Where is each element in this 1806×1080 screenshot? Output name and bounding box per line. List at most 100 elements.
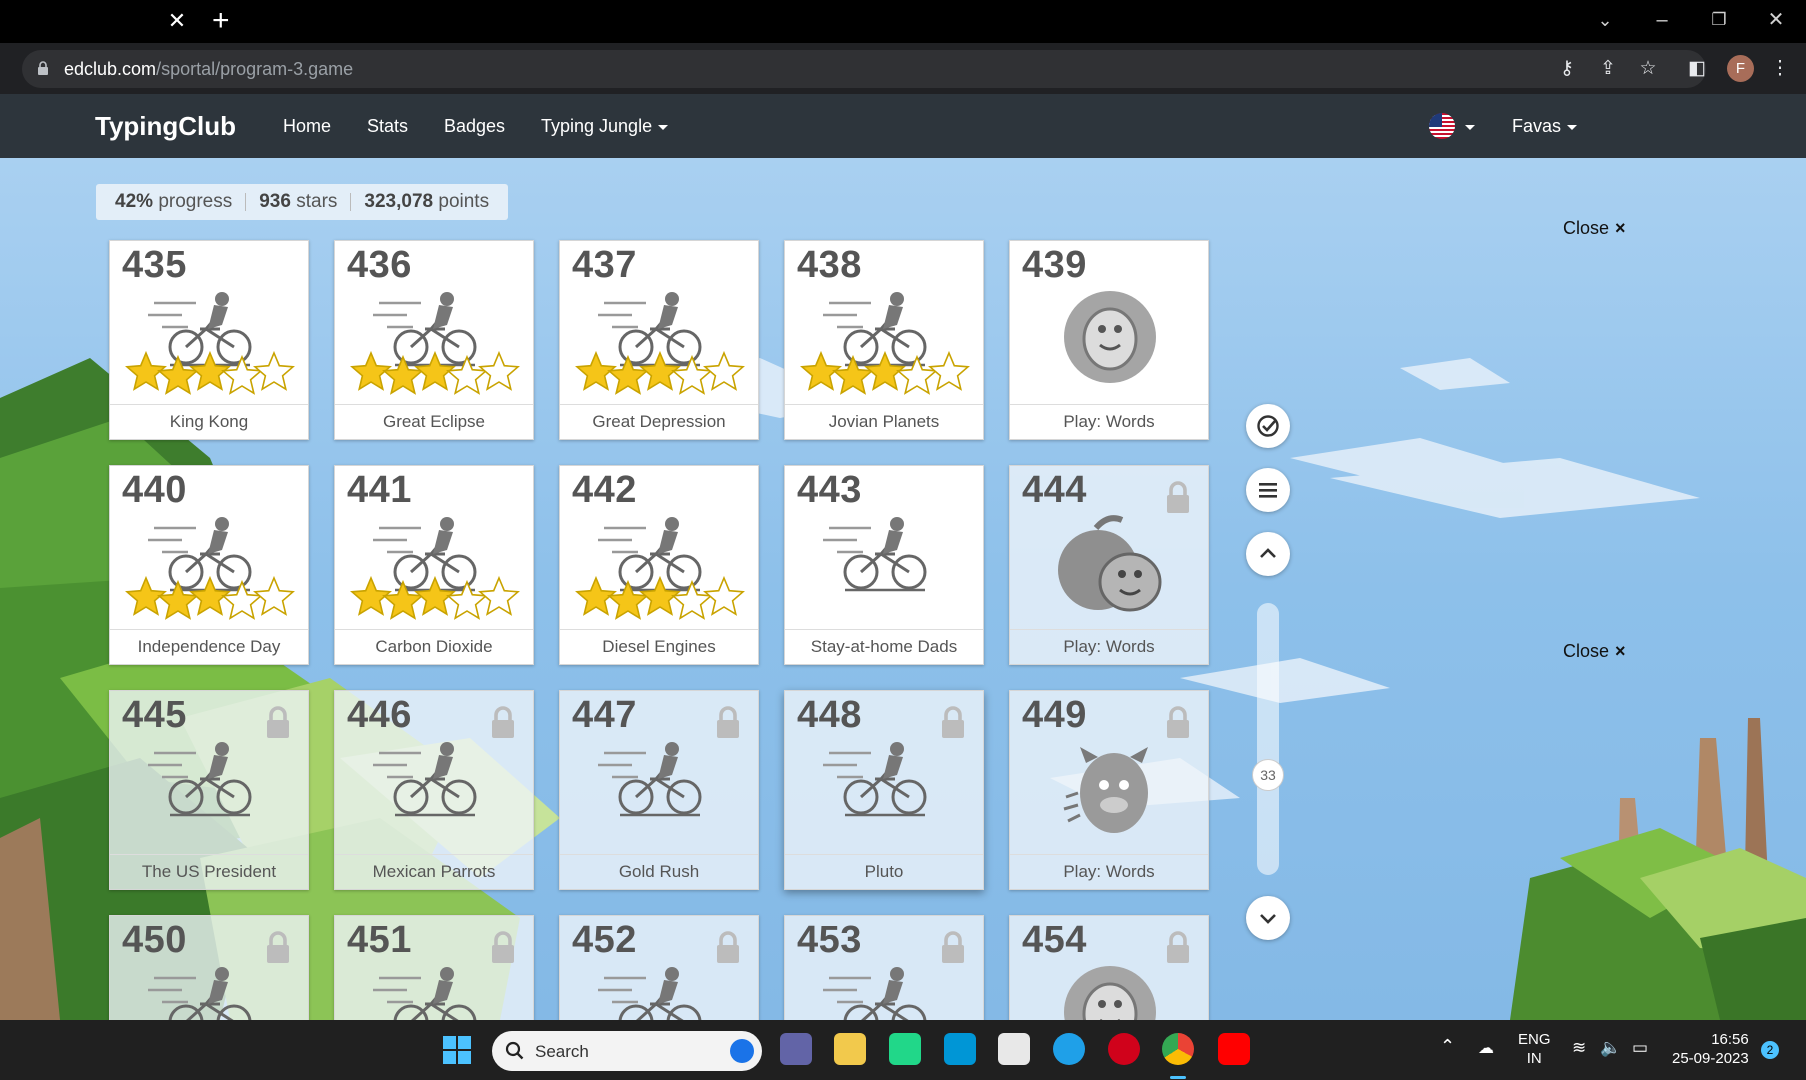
- lesson-number: 451: [347, 919, 412, 961]
- bicycle-icon: [148, 742, 252, 817]
- lesson-scroll-thumb[interactable]: 33: [1252, 759, 1284, 791]
- youtube-icon[interactable]: [1218, 1033, 1250, 1065]
- meet-app-icon[interactable]: [780, 1033, 812, 1065]
- show-hidden-icons[interactable]: ⌃: [1440, 1036, 1455, 1057]
- lesson-card-450[interactable]: 450: [109, 915, 309, 1020]
- caret-down-icon: [1567, 124, 1578, 130]
- lesson-title: Great Eclipse: [335, 404, 533, 439]
- bicycle-icon: [575, 517, 745, 620]
- hamburger-icon: [1259, 483, 1277, 498]
- battery-icon[interactable]: ▭: [1632, 1038, 1648, 1058]
- clock[interactable]: 16:56 25-09-2023: [1672, 1030, 1749, 1068]
- game-icon: [1064, 966, 1156, 1020]
- lock-icon: [267, 706, 289, 738]
- volume-icon[interactable]: 🔈: [1600, 1038, 1621, 1058]
- bicycle-icon: [823, 517, 927, 592]
- lesson-card-445[interactable]: 445 The US President: [109, 690, 309, 890]
- restore-icon[interactable]: ❐: [1703, 6, 1735, 34]
- scroll-down-button[interactable]: [1246, 896, 1290, 940]
- lesson-number: 450: [122, 919, 187, 961]
- lesson-card-451[interactable]: 451: [334, 915, 534, 1020]
- key-icon[interactable]: ⚷: [1553, 55, 1581, 83]
- scroll-up-button[interactable]: [1246, 532, 1290, 576]
- opera-icon[interactable]: [1108, 1033, 1140, 1065]
- lesson-card-435[interactable]: 435 King Kong: [109, 240, 309, 440]
- lesson-card-439[interactable]: 439 Play: Words: [1009, 240, 1209, 440]
- edge-icon[interactable]: [1053, 1033, 1085, 1065]
- bicycle-icon: [800, 292, 970, 395]
- tab-close-icon[interactable]: ✕: [166, 9, 188, 33]
- lesson-title: Independence Day: [110, 629, 308, 664]
- lesson-scroll-track[interactable]: [1257, 603, 1279, 875]
- nav-stats[interactable]: Stats: [367, 116, 408, 137]
- pycharm-icon[interactable]: [889, 1033, 921, 1065]
- browser-menu-icon[interactable]: ⋮: [1766, 55, 1794, 83]
- lesson-card-447[interactable]: 447 Gold Rush: [559, 690, 759, 890]
- windows-start-icon[interactable]: [443, 1036, 471, 1064]
- check-progress-button[interactable]: [1246, 404, 1290, 448]
- url-text: edclub.com/sportal/program-3.game: [64, 59, 354, 79]
- active-app-indicator: [1170, 1076, 1186, 1079]
- site-navbar: TypingClub Home Stats Badges Typing Jung…: [0, 94, 1806, 158]
- myhp-icon[interactable]: [944, 1033, 976, 1065]
- lesson-title: Play: Words: [1010, 629, 1208, 664]
- bicycle-icon: [373, 967, 477, 1020]
- lesson-title: Play: Words: [1010, 854, 1208, 889]
- lesson-number: 437: [572, 244, 637, 286]
- lesson-card-441[interactable]: 441 Carbon Dioxide: [334, 465, 534, 665]
- chevron-down-icon: [1260, 914, 1276, 924]
- lesson-number: 448: [797, 694, 862, 736]
- taskbar-search[interactable]: Search: [492, 1031, 762, 1071]
- lesson-card-437[interactable]: 437 Great Depression: [559, 240, 759, 440]
- close-link-top[interactable]: Close ×: [1563, 218, 1626, 239]
- side-panel-icon[interactable]: ◧: [1683, 55, 1711, 83]
- us-flag-icon[interactable]: [1429, 113, 1455, 139]
- nav-home[interactable]: Home: [283, 116, 331, 137]
- lesson-card-453[interactable]: 453: [784, 915, 984, 1020]
- lesson-card-454[interactable]: 454: [1009, 915, 1209, 1020]
- share-icon[interactable]: ⇪: [1594, 55, 1622, 83]
- onedrive-icon[interactable]: ☁: [1478, 1038, 1494, 1058]
- profile-avatar[interactable]: F: [1727, 55, 1754, 82]
- bicycle-icon: [823, 967, 927, 1020]
- wifi-icon[interactable]: ≋: [1572, 1038, 1586, 1058]
- lesson-card-436[interactable]: 436 Great Eclipse: [334, 240, 534, 440]
- tab-search-chevron-icon[interactable]: ⌄: [1589, 6, 1621, 34]
- lock-icon: [1167, 481, 1189, 513]
- close-link-middle[interactable]: Close ×: [1563, 641, 1626, 662]
- lesson-number: 442: [572, 469, 637, 511]
- lesson-card-442[interactable]: 442 Diesel Engines: [559, 465, 759, 665]
- lesson-title: Great Depression: [560, 404, 758, 439]
- minimize-icon[interactable]: –: [1646, 6, 1678, 34]
- chrome-icon[interactable]: [1162, 1033, 1194, 1065]
- lesson-number: 436: [347, 244, 412, 286]
- ms-store-icon[interactable]: [998, 1033, 1030, 1065]
- window-close-icon[interactable]: ✕: [1760, 6, 1792, 34]
- lesson-card-446[interactable]: 446 Mexican Parrots: [334, 690, 534, 890]
- lesson-card-444[interactable]: 444 Play: Words: [1009, 465, 1209, 665]
- user-menu[interactable]: Favas: [1512, 116, 1578, 137]
- lesson-card-452[interactable]: 452: [559, 915, 759, 1020]
- lesson-card-438[interactable]: 438 Jovian Planets: [784, 240, 984, 440]
- file-explorer-icon[interactable]: [834, 1033, 866, 1065]
- nav-typing-jungle[interactable]: Typing Jungle: [541, 116, 669, 137]
- bookmark-star-icon[interactable]: ☆: [1634, 55, 1662, 83]
- windows-taskbar: Search ⌃ ☁ ENG IN ≋ 🔈 ▭ 16:56 25-09-2023 2: [0, 1020, 1806, 1080]
- url-field[interactable]: edclub.com/sportal/program-3.game: [22, 50, 1706, 88]
- language-caret[interactable]: [1459, 116, 1475, 137]
- brand-logo[interactable]: TypingClub: [95, 111, 236, 142]
- notification-badge[interactable]: 2: [1761, 1041, 1779, 1059]
- lesson-card-440[interactable]: 440 Independence Day: [109, 465, 309, 665]
- lesson-card-448[interactable]: 448 Pluto: [784, 690, 984, 890]
- lesson-card-443[interactable]: 443 Stay-at-home Dads: [784, 465, 984, 665]
- lesson-card-449[interactable]: 449 Play: Words: [1009, 690, 1209, 890]
- nav-badges[interactable]: Badges: [444, 116, 505, 137]
- new-tab-icon[interactable]: +: [212, 6, 230, 36]
- lesson-title: Mexican Parrots: [335, 854, 533, 889]
- search-icon: [505, 1041, 524, 1060]
- bicycle-icon: [350, 292, 520, 395]
- menu-button[interactable]: [1246, 468, 1290, 512]
- language-indicator[interactable]: ENG IN: [1518, 1030, 1551, 1068]
- address-bar: edclub.com/sportal/program-3.game ⚷ ⇪ ☆ …: [0, 43, 1806, 94]
- lesson-number: 452: [572, 919, 637, 961]
